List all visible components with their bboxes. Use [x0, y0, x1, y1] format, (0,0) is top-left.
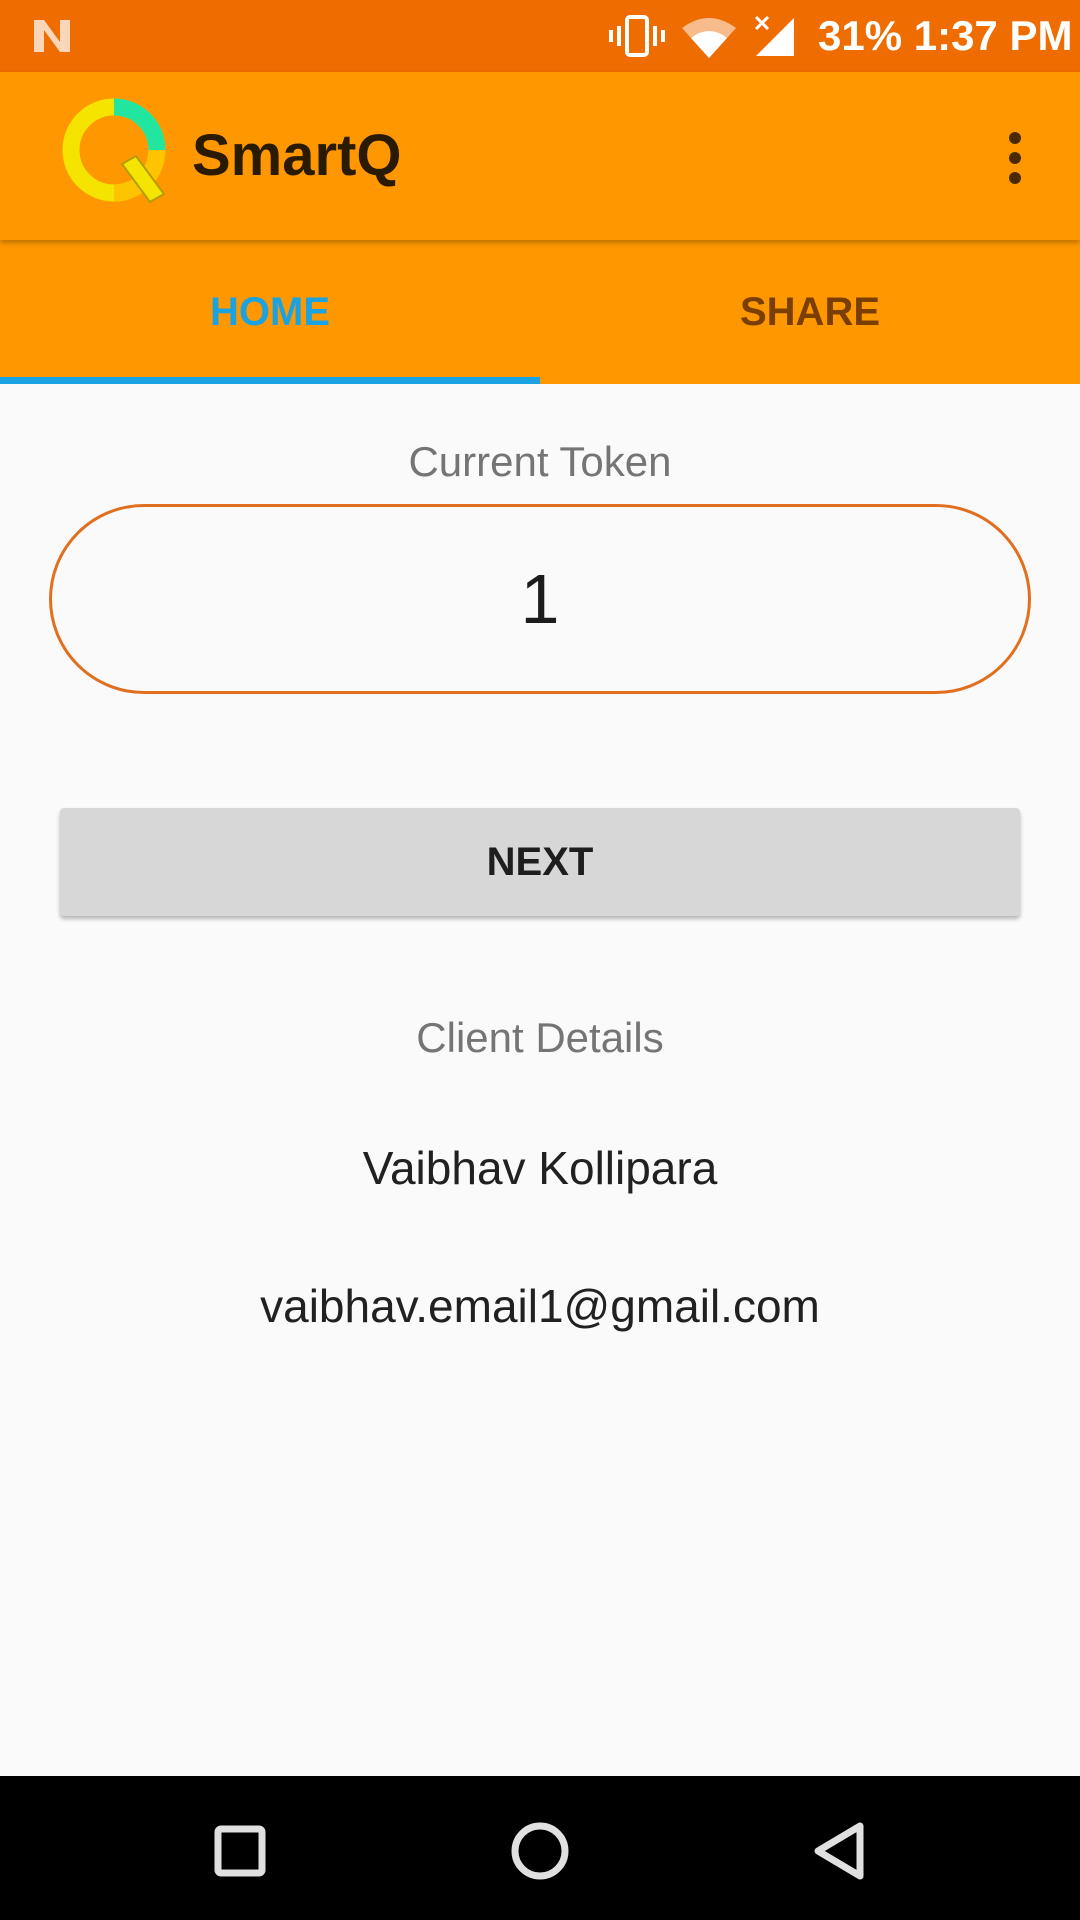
next-button[interactable]: NEXT	[60, 808, 1020, 916]
client-name: Vaibhav Kollipara	[362, 1142, 718, 1194]
back-icon[interactable]	[805, 1816, 875, 1886]
client-email: vaibhav.email1@gmail.com	[260, 1280, 820, 1332]
overflow-menu-icon[interactable]	[985, 122, 1045, 194]
battery-time-text: 31% 1:37 PM	[818, 12, 1073, 59]
current-token-display: 1	[49, 504, 1031, 694]
home-icon[interactable]	[505, 1816, 575, 1886]
current-token-label: Current Token	[408, 438, 672, 485]
app-title: SmartQ	[192, 123, 402, 188]
tab-home[interactable]: HOME	[0, 240, 540, 384]
navigation-bar	[0, 1776, 1080, 1920]
tab-bar: HOME SHARE	[0, 240, 1080, 384]
app-bar: SmartQ	[0, 72, 1080, 240]
vibrate-icon	[609, 15, 665, 57]
client-details-label: Client Details	[416, 1014, 664, 1061]
status-bar: 31% 1:37 PM	[0, 0, 1080, 72]
cell-signal-icon	[754, 15, 794, 56]
wifi-icon	[682, 18, 736, 58]
screen: 31% 1:37 PM SmartQ HOME SHARE Current To…	[0, 0, 1080, 1920]
smartq-logo	[62, 98, 166, 204]
recents-icon[interactable]	[205, 1816, 275, 1886]
notification-n-icon	[34, 20, 70, 52]
tab-share[interactable]: SHARE	[540, 240, 1080, 384]
